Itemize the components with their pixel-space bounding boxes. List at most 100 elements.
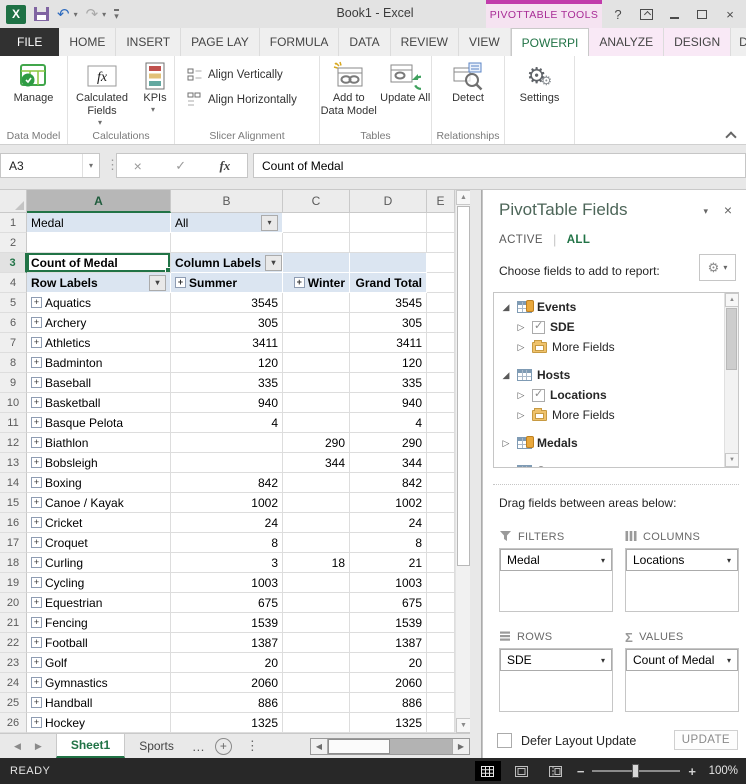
- expand-box-icon[interactable]: +: [31, 657, 42, 668]
- cell-summer-value[interactable]: 2060: [171, 673, 283, 693]
- cell-empty[interactable]: [427, 433, 455, 453]
- tab-analyze[interactable]: ANALYZE: [589, 28, 665, 56]
- cell-grand-total-value[interactable]: 335: [350, 373, 427, 393]
- cell-grand-total-value[interactable]: 290: [350, 433, 427, 453]
- cell-sport-boxing[interactable]: + Boxing: [27, 473, 171, 493]
- cell-empty[interactable]: [427, 253, 455, 273]
- cell-grand-total-value[interactable]: 1539: [350, 613, 427, 633]
- cell-sport-handball[interactable]: + Handball: [27, 693, 171, 713]
- formula-input[interactable]: Count of Medal: [253, 153, 746, 178]
- field-item-sde[interactable]: ▷ ✓ SDE: [500, 317, 724, 337]
- cell-summer-value[interactable]: 1387: [171, 633, 283, 653]
- cell-summer-value[interactable]: 886: [171, 693, 283, 713]
- row-header[interactable]: 10: [0, 393, 27, 413]
- expand-box-icon[interactable]: +: [31, 437, 42, 448]
- field-chip-medal[interactable]: Medal ▾: [500, 549, 612, 571]
- cell-summer-value[interactable]: [171, 433, 283, 453]
- expand-triangle-icon[interactable]: ▷: [515, 322, 527, 333]
- normal-view-icon[interactable]: [474, 761, 501, 781]
- cell-empty[interactable]: [427, 353, 455, 373]
- cell-summer-value[interactable]: 1539: [171, 613, 283, 633]
- vertical-scroll-thumb[interactable]: [457, 206, 470, 566]
- cell-empty[interactable]: [427, 613, 455, 633]
- expand-box-icon[interactable]: +: [31, 377, 42, 388]
- cell-summer-value[interactable]: 3545: [171, 293, 283, 313]
- expand-box-icon[interactable]: +: [175, 277, 186, 288]
- area-box-values[interactable]: Count of Medal ▾: [625, 648, 739, 712]
- cell-sport-golf[interactable]: + Golf: [27, 653, 171, 673]
- field-list-scroll-thumb[interactable]: [726, 308, 737, 370]
- cell-sport-gymnastics[interactable]: + Gymnastics: [27, 673, 171, 693]
- cell-empty[interactable]: [427, 453, 455, 473]
- cell-grand-total-header[interactable]: Grand Total: [350, 273, 427, 293]
- tab-view[interactable]: VIEW: [459, 28, 511, 56]
- cell-empty[interactable]: [350, 233, 427, 253]
- expand-box-icon[interactable]: +: [31, 597, 42, 608]
- scroll-down-icon[interactable]: ▼: [456, 718, 471, 733]
- page-layout-view-icon[interactable]: [509, 761, 535, 781]
- cell-summer-header[interactable]: + Summer: [171, 273, 283, 293]
- cell-filter-value[interactable]: All ▾: [171, 213, 283, 233]
- expand-box-icon[interactable]: +: [31, 457, 42, 468]
- cell-grand-total-value[interactable]: 120: [350, 353, 427, 373]
- row-header[interactable]: 14: [0, 473, 27, 493]
- ribbon-display-options-button[interactable]: [634, 3, 658, 25]
- row-header[interactable]: 13: [0, 453, 27, 473]
- scroll-up-icon[interactable]: ▲: [456, 190, 471, 205]
- expand-box-icon[interactable]: +: [31, 617, 42, 628]
- kpis-button[interactable]: KPIs ▾: [137, 59, 173, 115]
- cell-grand-total-value[interactable]: 21: [350, 553, 427, 573]
- cell-column-labels[interactable]: Column Labels ▾: [171, 253, 283, 273]
- row-header[interactable]: 17: [0, 533, 27, 553]
- cell-summer-value[interactable]: 1325: [171, 713, 283, 733]
- zoom-slider-thumb[interactable]: [632, 764, 640, 778]
- cell-sport-croquet[interactable]: + Croquet: [27, 533, 171, 553]
- cell-summer-value[interactable]: 940: [171, 393, 283, 413]
- cell-summer-value[interactable]: 4: [171, 413, 283, 433]
- cell-winter-value[interactable]: [283, 393, 350, 413]
- expand-box-icon[interactable]: +: [31, 697, 42, 708]
- cell-winter-value[interactable]: [283, 593, 350, 613]
- horizontal-scroll-thumb[interactable]: [328, 739, 390, 754]
- row-header[interactable]: 5: [0, 293, 27, 313]
- cell-sport-biathlon[interactable]: + Biathlon: [27, 433, 171, 453]
- page-break-view-icon[interactable]: [543, 761, 569, 781]
- horizontal-scrollbar[interactable]: ◀ ▶: [310, 738, 470, 755]
- cell-sport-baseball[interactable]: + Baseball: [27, 373, 171, 393]
- cell-sport-hockey[interactable]: + Hockey: [27, 713, 171, 733]
- cell-grand-total-value[interactable]: 1325: [350, 713, 427, 733]
- sheetbar-grip-icon[interactable]: ⋮: [238, 734, 267, 758]
- cell-empty[interactable]: [171, 233, 283, 253]
- cell-sport-bobsleigh[interactable]: + Bobsleigh: [27, 453, 171, 473]
- row-header[interactable]: 1: [0, 213, 27, 233]
- row-header[interactable]: 4: [0, 273, 27, 293]
- cell-grand-total-value[interactable]: 1387: [350, 633, 427, 653]
- column-header-e[interactable]: E: [427, 190, 455, 213]
- cell-sport-equestrian[interactable]: + Equestrian: [27, 593, 171, 613]
- row-header[interactable]: 15: [0, 493, 27, 513]
- tools-button[interactable]: ⚙ ▾: [699, 254, 736, 281]
- cell-winter-value[interactable]: [283, 713, 350, 733]
- expand-box-icon[interactable]: +: [31, 417, 42, 428]
- expand-box-icon[interactable]: +: [31, 337, 42, 348]
- detect-button[interactable]: Detect: [440, 59, 496, 105]
- cell-summer-value[interactable]: [171, 453, 283, 473]
- field-list-scrollbar[interactable]: ▲ ▼: [724, 293, 738, 467]
- save-icon[interactable]: [34, 7, 49, 21]
- cell-winter-value[interactable]: [283, 513, 350, 533]
- tab-powerpivot[interactable]: POWERPI: [510, 28, 590, 56]
- cell-winter-value[interactable]: [283, 353, 350, 373]
- close-button[interactable]: ×: [718, 3, 742, 25]
- collapse-triangle-icon[interactable]: ◢: [500, 302, 512, 313]
- expand-box-icon[interactable]: +: [31, 577, 42, 588]
- update-all-button[interactable]: Update All: [379, 59, 431, 105]
- cell-winter-value[interactable]: [283, 413, 350, 433]
- cell-grand-total-value[interactable]: 3545: [350, 293, 427, 313]
- tab-design[interactable]: DESIGN: [664, 28, 732, 56]
- row-header[interactable]: 12: [0, 433, 27, 453]
- cell-sport-archery[interactable]: + Archery: [27, 313, 171, 333]
- field-item-locations[interactable]: ▷ ✓ Locations: [500, 385, 724, 405]
- row-header[interactable]: 16: [0, 513, 27, 533]
- field-checkbox-checked[interactable]: ✓: [532, 320, 545, 334]
- field-checkbox-checked[interactable]: ✓: [532, 388, 545, 402]
